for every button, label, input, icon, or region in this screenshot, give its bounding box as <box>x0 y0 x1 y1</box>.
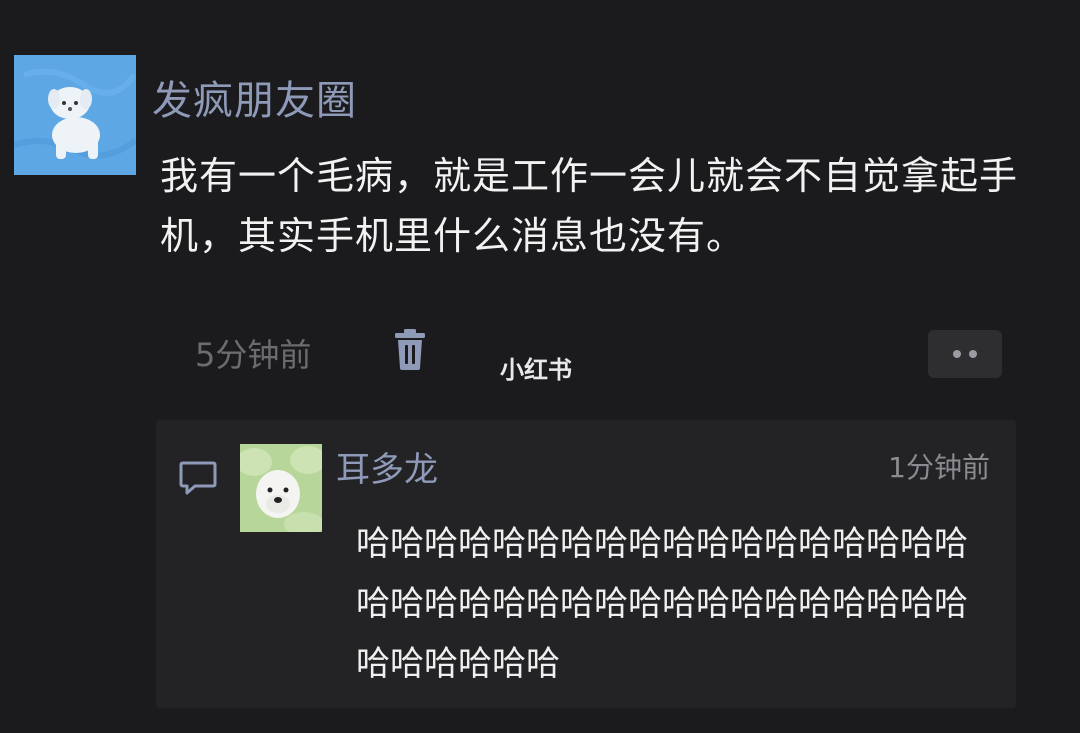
samoyed-photo <box>240 444 322 532</box>
xiaohongshu-watermark: 小红书 <box>500 356 572 384</box>
comments-panel: 耳多龙 1分钟前 哈哈哈哈哈哈哈哈哈哈哈哈哈哈哈哈哈哈哈哈哈哈哈哈哈哈哈哈哈哈哈… <box>156 420 1016 708</box>
more-options-button[interactable] <box>928 330 1002 378</box>
comment-content: 哈哈哈哈哈哈哈哈哈哈哈哈哈哈哈哈哈哈哈哈哈哈哈哈哈哈哈哈哈哈哈哈哈哈哈哈哈哈哈哈… <box>356 524 968 684</box>
post-avatar[interactable] <box>14 55 136 175</box>
trash-icon[interactable] <box>392 328 428 372</box>
post-content: 我有一个毛病，就是工作一会儿就会不自觉拿起手机，其实手机里什么消息也没有。 <box>160 154 1019 258</box>
comment-timestamp: 1分钟前 <box>888 451 990 484</box>
post-timestamp: 5分钟前 <box>195 336 312 374</box>
more-dots-icon <box>969 350 977 358</box>
moments-post: 发疯朋友圈 我有一个毛病，就是工作一会儿就会不自觉拿起手机，其实手机里什么消息也… <box>0 0 1080 733</box>
comment-bubble-icon <box>179 461 217 495</box>
comment-author-name[interactable]: 耳多龙 <box>336 442 438 491</box>
more-dots-icon <box>953 350 961 358</box>
comment-avatar[interactable] <box>240 444 322 532</box>
post-author-name[interactable]: 发疯朋友圈 <box>152 68 357 126</box>
dog-cartoon-image <box>14 55 136 175</box>
